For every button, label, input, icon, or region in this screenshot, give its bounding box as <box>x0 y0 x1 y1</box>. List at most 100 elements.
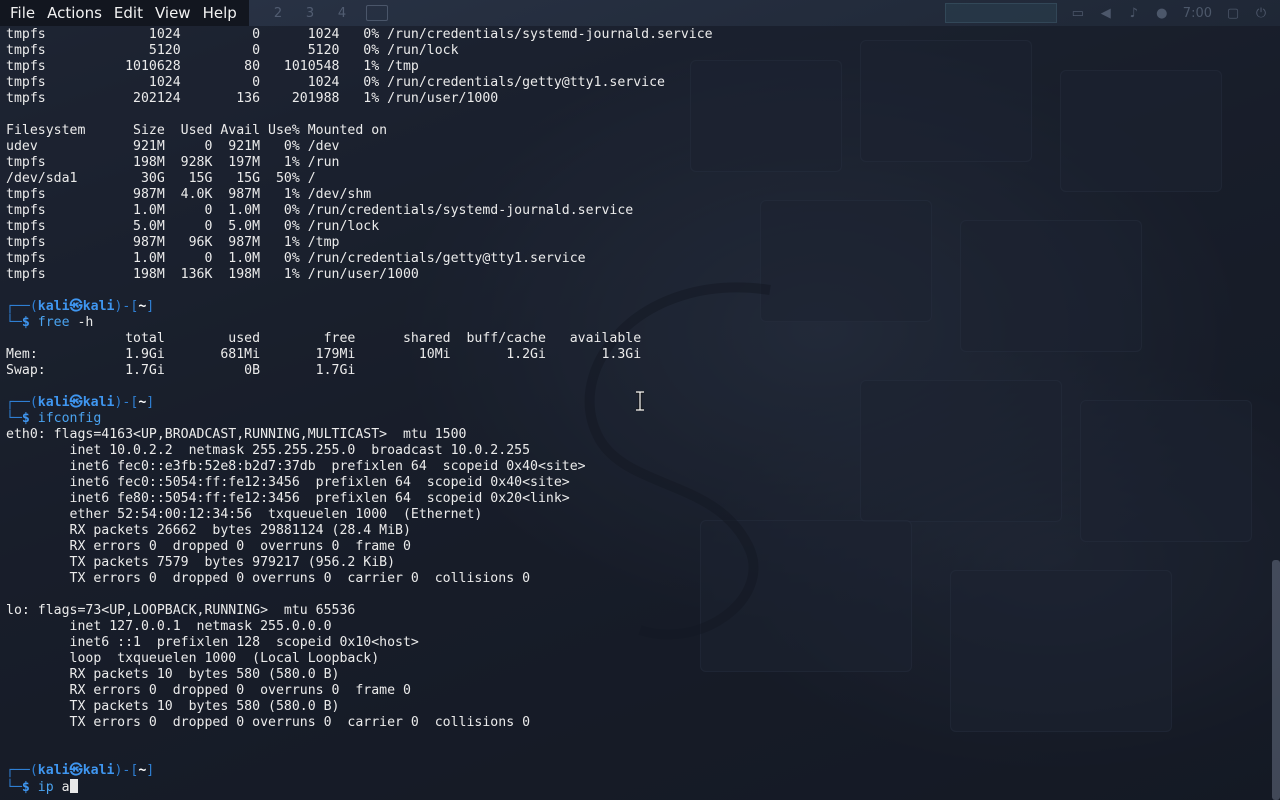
free-output-line: Mem: 1.9Gi 681Mi 179Mi 10Mi 1.2Gi 1.3Gi <box>6 347 642 362</box>
command-args: -h <box>69 315 94 330</box>
ifconfig-output-line: inet 127.0.0.1 netmask 255.0.0.0 <box>6 619 332 634</box>
ifconfig-output-line: ether 52:54:00:12:34:56 txqueuelen 1000 … <box>6 507 483 522</box>
df-output-line: tmpfs 202124 136 201988 1% /run/user/100… <box>6 91 499 106</box>
df-h-row: tmpfs 1.0M 0 1.0M 0% /run/credentials/ge… <box>6 251 586 266</box>
command-name: ifconfig <box>37 411 102 426</box>
ifconfig-output-line: TX packets 10 bytes 580 (580.0 B) <box>6 699 340 714</box>
prompt-user: kali <box>37 763 70 778</box>
display-icon[interactable]: ▭ <box>1071 6 1085 21</box>
prompt-line-top: ┌──(kali㉿kali)-[~] <box>6 299 713 315</box>
ifconfig-output-line: inet 10.0.2.2 netmask 255.255.255.0 broa… <box>6 443 531 458</box>
prompt-frame: ┌──( <box>6 395 38 410</box>
workspace-3[interactable]: 3 <box>302 6 318 21</box>
ifconfig-output-line: TX packets 7579 bytes 979217 (956.2 KiB) <box>6 555 396 570</box>
menu-view[interactable]: View <box>149 2 197 24</box>
df-h-header: Filesystem Size Used Avail Use% Mounted … <box>6 123 388 138</box>
df-h-row: udev 921M 0 921M 0% /dev <box>6 139 340 154</box>
df-h-row: tmpfs 198M 928K 197M 1% /run <box>6 155 340 170</box>
df-h-row: /dev/sda1 30G 15G 15G 50% / <box>6 171 316 186</box>
df-output-line: tmpfs 1024 0 1024 0% /run/credentials/sy… <box>6 27 713 42</box>
command-name: ip <box>37 780 54 795</box>
command-name: free <box>37 315 70 330</box>
prompt-frame: ] <box>146 299 155 314</box>
lock-icon[interactable]: ▢ <box>1226 6 1240 21</box>
prompt-frame: ┌──( <box>6 763 38 778</box>
df-h-row: tmpfs 198M 136K 198M 1% /run/user/1000 <box>6 267 419 282</box>
cpu-graph <box>944 3 1057 23</box>
system-tray: ▭ ◀ ♪ ● 7:00 ▢ ⏻ <box>944 0 1268 26</box>
current-command-line[interactable]: └─$ ip a <box>6 779 713 795</box>
prompt-frame: ] <box>146 395 155 410</box>
prompt-frame: └─ <box>6 315 22 330</box>
prompt-host: kali <box>82 395 115 410</box>
terminal-output: tmpfs 1024 0 1024 0% /run/credentials/sy… <box>6 27 713 795</box>
menu-file[interactable]: File <box>4 2 41 24</box>
ifconfig-output-line: RX packets 10 bytes 580 (580.0 B) <box>6 667 340 682</box>
prompt-frame: └─ <box>6 411 22 426</box>
notification-bell-icon[interactable]: ♪ <box>1127 6 1141 21</box>
terminal-window[interactable]: tmpfs 1024 0 1024 0% /run/credentials/sy… <box>0 26 1280 800</box>
mouse-ibeam-cursor-icon <box>636 391 644 411</box>
menu-help[interactable]: Help <box>197 2 243 24</box>
prompt-host: kali <box>82 763 115 778</box>
prompt-line-command: └─$ free -h <box>6 315 713 331</box>
ifconfig-output-line: lo: flags=73<UP,LOOPBACK,RUNNING> mtu 65… <box>6 603 356 618</box>
prompt-user: kali <box>37 299 70 314</box>
ifconfig-output-line: inet6 ::1 prefixlen 128 scopeid 0x10<hos… <box>6 635 419 650</box>
network-icon[interactable]: ● <box>1155 6 1169 21</box>
prompt-dollar: $ <box>21 780 38 795</box>
df-h-row: tmpfs 987M 4.0K 987M 1% /dev/shm <box>6 187 372 202</box>
prompt-user: kali <box>37 395 70 410</box>
df-output-line: tmpfs 1024 0 1024 0% /run/credentials/ge… <box>6 75 665 90</box>
terminal-scrollbar[interactable] <box>1272 560 1280 800</box>
ifconfig-output-line: eth0: flags=4163<UP,BROADCAST,RUNNING,MU… <box>6 427 467 442</box>
ifconfig-output-line: inet6 fec0::e3fb:52e8:b2d7:37db prefixle… <box>6 459 586 474</box>
panel-clock[interactable]: 7:00 <box>1183 6 1212 21</box>
prompt-frame: )-[ <box>114 763 139 778</box>
power-icon[interactable]: ⏻ <box>1254 6 1268 21</box>
prompt-line-top: ┌──(kali㉿kali)-[~] <box>6 763 713 779</box>
prompt-dollar: $ <box>21 411 38 426</box>
prompt-dollar: $ <box>21 315 38 330</box>
top-panel: File Actions Edit View Help 2 3 4 ▭ ◀ ♪ … <box>0 0 1280 26</box>
command-args: a <box>53 780 70 795</box>
prompt-frame: └─ <box>6 780 22 795</box>
text-cursor <box>69 779 78 793</box>
df-output-line: tmpfs 1010628 80 1010548 1% /tmp <box>6 59 419 74</box>
menu-actions[interactable]: Actions <box>41 2 108 24</box>
ifconfig-output-line <box>6 587 713 603</box>
terminal-menu-bar: File Actions Edit View Help <box>0 0 249 26</box>
prompt-at: ㉿ <box>69 299 83 314</box>
df-h-row: tmpfs 987M 96K 987M 1% /tmp <box>6 235 340 250</box>
prompt-line-command: └─$ ifconfig <box>6 411 713 427</box>
df-output-line: tmpfs 5120 0 5120 0% /run/lock <box>6 43 459 58</box>
workspace-2[interactable]: 2 <box>270 6 286 21</box>
menu-edit[interactable]: Edit <box>108 2 149 24</box>
free-output-line: Swap: 1.7Gi 0B 1.7Gi <box>6 363 356 378</box>
workspace-switcher: 2 3 4 <box>270 0 388 26</box>
workspace-4[interactable]: 4 <box>334 6 350 21</box>
prompt-frame: ] <box>146 763 155 778</box>
volume-icon[interactable]: ◀ <box>1099 6 1113 21</box>
ifconfig-output-line: RX errors 0 dropped 0 overruns 0 frame 0 <box>6 539 411 554</box>
df-h-row: tmpfs 5.0M 0 5.0M 0% /run/lock <box>6 219 380 234</box>
prompt-frame: )-[ <box>114 299 139 314</box>
prompt-line-top: ┌──(kali㉿kali)-[~] <box>6 395 713 411</box>
workspace-box-icon[interactable] <box>366 5 388 21</box>
free-output-line: total used free shared buff/cache availa… <box>6 331 642 346</box>
prompt-frame: )-[ <box>114 395 139 410</box>
prompt-at: ㉿ <box>69 763 83 778</box>
ifconfig-output-line: TX errors 0 dropped 0 overruns 0 carrier… <box>6 715 531 730</box>
ifconfig-output-line: TX errors 0 dropped 0 overruns 0 carrier… <box>6 571 531 586</box>
ifconfig-output-line: inet6 fec0::5054:ff:fe12:3456 prefixlen … <box>6 475 570 490</box>
ifconfig-output-line: RX packets 26662 bytes 29881124 (28.4 Mi… <box>6 523 411 538</box>
ifconfig-output-line: inet6 fe80::5054:ff:fe12:3456 prefixlen … <box>6 491 570 506</box>
ifconfig-output-line: RX errors 0 dropped 0 overruns 0 frame 0 <box>6 683 411 698</box>
prompt-at: ㉿ <box>69 395 83 410</box>
prompt-host: kali <box>82 299 115 314</box>
